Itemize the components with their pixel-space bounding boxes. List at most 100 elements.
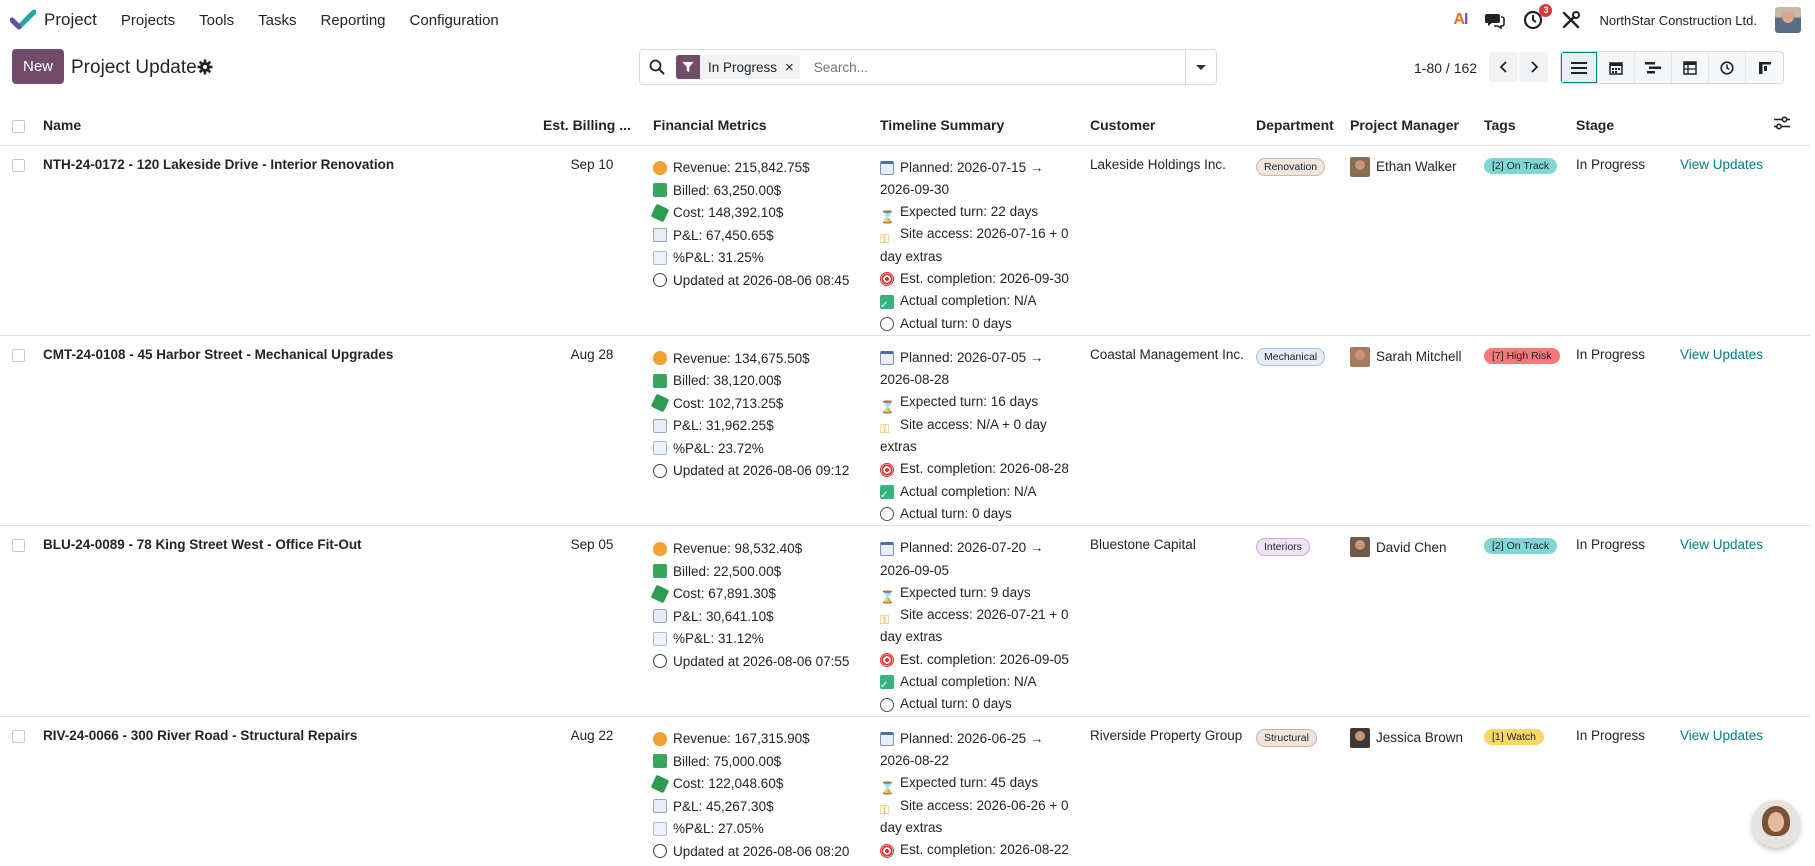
table-row[interactable]: NTH-24-0172 - 120 Lakeside Drive - Inter… bbox=[0, 145, 1810, 336]
column-stage[interactable]: Stage bbox=[1570, 105, 1674, 146]
key-icon: ⚿ bbox=[880, 422, 890, 437]
status-tag: [7] High Risk bbox=[1484, 347, 1560, 364]
project-manager[interactable]: Jessica Brown bbox=[1350, 727, 1472, 748]
calendar-icon bbox=[1609, 61, 1623, 75]
department-badge: Structural bbox=[1256, 728, 1317, 747]
project-name[interactable]: CMT-24-0108 - 45 Harbor Street - Mechani… bbox=[37, 335, 537, 527]
row-checkbox[interactable] bbox=[12, 158, 25, 172]
calendar-view-button[interactable] bbox=[1598, 52, 1635, 83]
column-settings-icon[interactable] bbox=[1774, 116, 1790, 130]
est-completion-value: Est. completion: 2026-09-05 bbox=[900, 651, 1069, 667]
hourglass-icon: ⌛ bbox=[880, 209, 895, 224]
table-row[interactable]: CMT-24-0108 - 45 Harbor Street - Mechani… bbox=[0, 335, 1810, 527]
row-checkbox[interactable] bbox=[12, 729, 25, 743]
project-name[interactable]: RIV-24-0066 - 300 River Road - Structura… bbox=[37, 716, 537, 866]
timeline-summary: Planned: 2026-07-20 → 2026-09-05 ⌛ Expect… bbox=[874, 525, 1084, 717]
timeline-planned: Planned: 2026-06-25 → 2026-08-22 bbox=[880, 728, 1078, 773]
timeline-planned: Planned: 2026-07-05 → 2026-08-28 bbox=[880, 347, 1078, 392]
stopwatch-icon bbox=[880, 317, 894, 332]
clock-icon bbox=[653, 844, 667, 859]
activity-view-button[interactable] bbox=[1709, 52, 1746, 83]
planned-value: Planned: 2026-07-05 → 2026-08-28 bbox=[880, 349, 1044, 388]
gantt-view-button[interactable] bbox=[1635, 52, 1672, 83]
target-icon bbox=[880, 462, 894, 477]
menu-projects[interactable]: Projects bbox=[109, 12, 187, 29]
column-financial-metrics[interactable]: Financial Metrics bbox=[647, 105, 874, 146]
project-app-icon bbox=[10, 9, 36, 30]
livechat-avatar-button[interactable] bbox=[1752, 800, 1800, 848]
banknote-icon bbox=[653, 754, 667, 769]
menu-tasks[interactable]: Tasks bbox=[246, 12, 308, 29]
row-select-cell bbox=[0, 335, 37, 527]
messages-icon[interactable] bbox=[1485, 10, 1506, 30]
customer: Coastal Management Inc. bbox=[1084, 335, 1250, 527]
pager-previous-button[interactable] bbox=[1489, 52, 1518, 82]
timeline-actual-turn: Actual turn: 0 days bbox=[880, 313, 1078, 335]
company-switcher[interactable]: NorthStar Construction Ltd. bbox=[1599, 13, 1757, 28]
user-avatar[interactable] bbox=[1775, 7, 1801, 33]
select-all-header bbox=[0, 105, 37, 146]
expected-value: Expected turn: 9 days bbox=[900, 584, 1031, 600]
project-manager[interactable]: Ethan Walker bbox=[1350, 156, 1472, 177]
page-title: Project Update bbox=[71, 57, 197, 78]
timeline-site-access: ⚿ Site access: N/A + 0 day extras bbox=[880, 414, 1078, 459]
cost-value: Cost: 102,713.25$ bbox=[673, 395, 784, 411]
timeline-actual-completion: ✓ Actual completion: N/A bbox=[880, 671, 1078, 693]
actual-turn-value: Actual turn: 0 days bbox=[900, 696, 1012, 712]
pager-next-button[interactable] bbox=[1519, 52, 1548, 82]
metric-cost: Cost: 67,891.30$ bbox=[650, 582, 868, 605]
updated-value: Updated at 2026-08-06 08:20 bbox=[673, 843, 850, 859]
filter-facet-label: In Progress bbox=[708, 59, 778, 75]
list-view-button[interactable] bbox=[1561, 52, 1598, 83]
menu-reporting[interactable]: Reporting bbox=[308, 12, 397, 29]
pivot-view-button[interactable] bbox=[1672, 52, 1709, 83]
column-project-manager[interactable]: Project Manager bbox=[1344, 105, 1478, 146]
column-timeline-summary[interactable]: Timeline Summary bbox=[874, 105, 1084, 146]
search-input[interactable] bbox=[813, 59, 1174, 75]
view-updates-link[interactable]: View Updates bbox=[1680, 728, 1763, 743]
metric-billed: Billed: 22,500.00$ bbox=[653, 560, 868, 583]
billed-value: Billed: 38,120.00$ bbox=[673, 373, 782, 389]
project-manager[interactable]: Sarah Mitchell bbox=[1350, 346, 1472, 367]
pl-percent-value: %P&L: 31.12% bbox=[673, 631, 764, 646]
tools-icon[interactable] bbox=[1561, 10, 1581, 30]
tags-cell: [7] High Risk bbox=[1478, 335, 1570, 527]
menu-tools[interactable]: Tools bbox=[187, 12, 246, 29]
ai-icon[interactable]: AI bbox=[1453, 11, 1468, 29]
column-tags[interactable]: Tags bbox=[1478, 105, 1570, 146]
view-updates-link[interactable]: View Updates bbox=[1680, 157, 1763, 172]
row-checkbox[interactable] bbox=[12, 539, 25, 553]
pager-value[interactable]: 1-80 / 162 bbox=[1414, 60, 1477, 76]
project-manager-cell: David Chen bbox=[1344, 525, 1478, 717]
status-tag: [1] Watch bbox=[1484, 728, 1544, 745]
manager-avatar bbox=[1350, 537, 1370, 558]
select-all-checkbox[interactable] bbox=[12, 119, 25, 133]
table-row[interactable]: RIV-24-0066 - 300 River Road - Structura… bbox=[0, 716, 1810, 866]
remove-facet-icon[interactable]: × bbox=[783, 59, 800, 76]
stage: In Progress bbox=[1570, 716, 1674, 866]
column-est-billing[interactable]: Est. Billing ... bbox=[537, 105, 647, 146]
manager-avatar bbox=[1350, 156, 1370, 177]
search-icon[interactable] bbox=[640, 59, 674, 75]
table-row[interactable]: BLU-24-0089 - 78 King Street West - Offi… bbox=[0, 525, 1810, 717]
menu-configuration[interactable]: Configuration bbox=[398, 12, 511, 29]
new-button[interactable]: New bbox=[12, 49, 64, 84]
gear-icon[interactable] bbox=[197, 59, 213, 75]
app-logo[interactable]: Project bbox=[10, 9, 97, 31]
pl-value: P&L: 31,962.25$ bbox=[673, 418, 774, 434]
metric-revenue: Revenue: 215,842.75$ bbox=[653, 157, 868, 180]
column-department[interactable]: Department bbox=[1250, 105, 1344, 146]
stage: In Progress bbox=[1570, 525, 1674, 717]
column-customer[interactable]: Customer bbox=[1084, 105, 1250, 146]
project-name[interactable]: BLU-24-0089 - 78 King Street West - Offi… bbox=[37, 525, 537, 717]
view-updates-link[interactable]: View Updates bbox=[1680, 347, 1763, 362]
view-updates-link[interactable]: View Updates bbox=[1680, 537, 1763, 552]
column-name[interactable]: Name bbox=[37, 105, 537, 146]
department-cell: Interiors bbox=[1250, 525, 1344, 717]
activities-icon[interactable]: 3 bbox=[1523, 4, 1553, 30]
project-manager[interactable]: David Chen bbox=[1350, 537, 1472, 558]
search-options-toggle[interactable] bbox=[1185, 50, 1216, 84]
row-checkbox[interactable] bbox=[12, 348, 25, 362]
project-name[interactable]: NTH-24-0172 - 120 Lakeside Drive - Inter… bbox=[37, 145, 537, 336]
kanban-view-button[interactable] bbox=[1746, 52, 1783, 83]
